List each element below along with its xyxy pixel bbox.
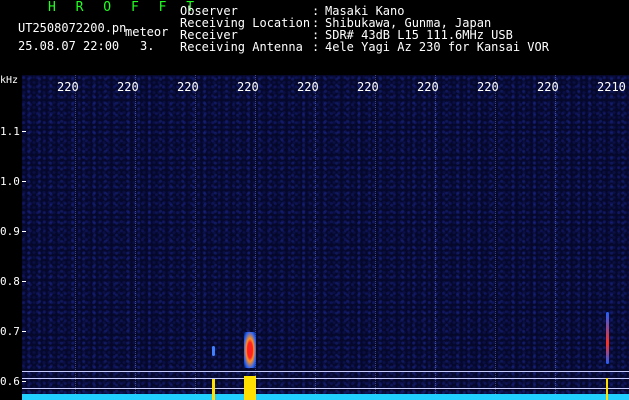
x-tick-label: 220: [297, 80, 319, 94]
meteor-echo: [212, 346, 215, 356]
x-tick-label: 220: [177, 80, 199, 94]
spectrum-spike: [606, 378, 608, 400]
y-tick-label: 1.1: [0, 125, 20, 138]
hrofft-window: H R O F F T UT2508072200.pn meteor 25.08…: [0, 0, 629, 400]
y-tick-label: 0.8: [0, 275, 20, 288]
meta-label-antenna: Receiving Antenna: [180, 40, 303, 54]
grid-line: [195, 75, 196, 400]
grid-line: [135, 75, 136, 400]
x-tick-label: 220: [237, 80, 259, 94]
x-tick-label: 220: [57, 80, 79, 94]
x-tick-label: 220: [117, 80, 139, 94]
x-tick-label: 220: [417, 80, 439, 94]
y-tick-label: 1.0: [0, 175, 20, 188]
reference-line: [22, 378, 629, 379]
file-name: UT2508072200.pn: [18, 21, 127, 35]
y-tick-label: 0.6: [0, 375, 20, 388]
meteor-echo: [244, 332, 256, 368]
reference-line: [22, 388, 629, 389]
app-title: H R O F F T: [48, 0, 201, 15]
reference-line: [22, 371, 629, 372]
y-tick-label: 0.7: [0, 325, 20, 338]
spectrum-spike: [244, 376, 256, 400]
y-tick-mark: [22, 381, 26, 382]
detection-count: 3.: [140, 39, 155, 53]
y-tick-mark: [22, 331, 26, 332]
y-tick-label: 0.9: [0, 225, 20, 238]
grid-line: [435, 75, 436, 400]
grid-line: [555, 75, 556, 400]
x-tick-label: 220: [537, 80, 559, 94]
y-tick-mark: [22, 281, 26, 282]
waterfall-spectrogram: [22, 75, 629, 400]
x-tick-label: 220: [357, 80, 379, 94]
meta-colon: :: [312, 40, 320, 54]
grid-line: [495, 75, 496, 400]
grid-line: [75, 75, 76, 400]
x-tick-label: 2210: [597, 80, 626, 94]
grid-line: [315, 75, 316, 400]
meta-value-antenna: 4ele Yagi Az 230 for Kansai VOR: [325, 40, 549, 54]
y-tick-mark: [22, 181, 26, 182]
spectrum-spike: [212, 379, 215, 400]
y-tick-mark: [22, 131, 26, 132]
x-tick-label: 220: [477, 80, 499, 94]
date-time: 25.08.07 22:00: [18, 39, 120, 53]
y-axis-unit: kHz: [0, 75, 19, 86]
meteor-echo: [606, 312, 609, 364]
y-tick-mark: [22, 231, 26, 232]
spectrum-trace: [22, 394, 629, 400]
grid-line: [375, 75, 376, 400]
file-tag: meteor: [125, 25, 169, 39]
